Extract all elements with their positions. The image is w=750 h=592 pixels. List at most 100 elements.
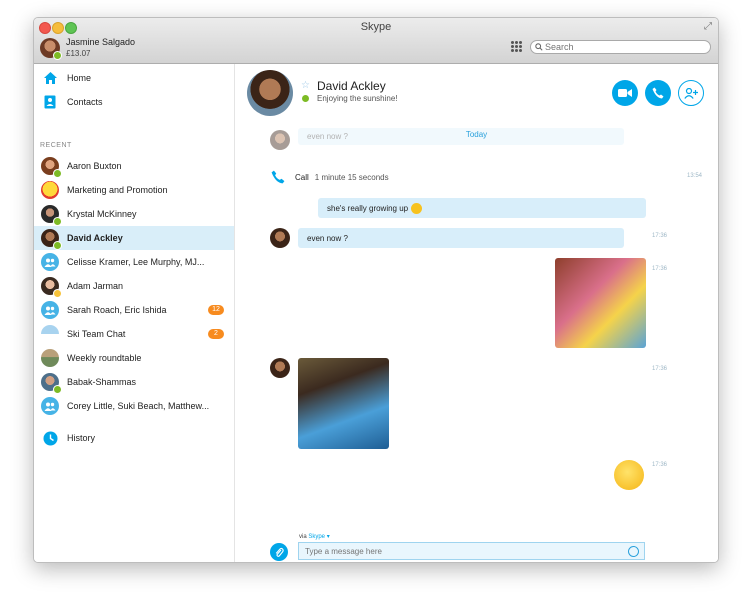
presence-online-icon <box>53 51 62 60</box>
contact-name: Ski Team Chat <box>67 329 126 339</box>
contact-david-ackley[interactable]: David Ackley <box>34 226 234 250</box>
audio-call-button[interactable] <box>645 80 671 106</box>
sidebar: Home Contacts RECENT Aaron Buxton Market… <box>34 64 235 562</box>
message-composer: via Skype ▾ <box>235 521 718 561</box>
nav-home-label: Home <box>67 73 92 83</box>
message-bubble[interactable]: even now ? <box>298 228 624 248</box>
presence-away-icon <box>53 289 62 298</box>
contact-krystal-mckinney[interactable]: Krystal McKinney <box>34 202 234 226</box>
phone-icon <box>652 87 664 99</box>
avatar <box>41 325 59 343</box>
thinking-emoticon-icon <box>614 460 644 490</box>
nav-contacts-label: Contacts <box>67 97 103 107</box>
contact-name: David Ackley <box>67 233 123 243</box>
mood-message: Enjoying the sunshine! <box>317 94 398 103</box>
call-duration: 1 minute 15 seconds <box>314 172 389 182</box>
contact-weekly-roundtable[interactable]: Weekly roundtable <box>34 346 234 370</box>
photo-time: 17:36 <box>652 366 668 372</box>
contact-name: Babak-Shammas <box>67 377 137 387</box>
contact-name: Aaron Buxton <box>67 161 122 171</box>
contact-celisse-kramer-group[interactable]: Celisse Kramer, Lee Murphy, MJ... <box>34 250 234 274</box>
call-label: Call <box>295 172 309 182</box>
group-avatar-icon <box>41 397 59 415</box>
call-time: 13:54 <box>687 173 703 179</box>
chevron-down-icon[interactable]: ▾ <box>327 534 330 540</box>
unread-badge: 2 <box>208 329 224 339</box>
photo-time: 17:36 <box>652 266 668 272</box>
contact-marketing-and-promotion[interactable]: Marketing and Promotion <box>34 178 234 202</box>
unread-badge: 12 <box>208 305 224 315</box>
shared-photo-boy-trophy[interactable] <box>298 358 389 449</box>
contact-name: Marketing and Promotion <box>67 185 168 195</box>
paperclip-icon <box>275 547 284 557</box>
contact-name: Corey Little, Suki Beach, Matthew... <box>67 401 209 411</box>
contact-name: Krystal McKinney <box>67 209 137 219</box>
presence-online-icon <box>302 95 309 102</box>
window-title: Skype <box>360 21 392 33</box>
presence-online-icon <box>53 385 62 394</box>
call-record: Call 1 minute 15 seconds <box>271 170 389 184</box>
video-camera-icon <box>618 89 632 97</box>
emoticon-time: 17:36 <box>652 462 668 468</box>
search-icon <box>535 43 543 51</box>
user-avatar[interactable] <box>40 38 62 60</box>
contact-sarah-roach-group[interactable]: Sarah Roach, Eric Ishida 12 <box>34 298 234 322</box>
emoticon-picker-button[interactable] <box>628 546 639 557</box>
group-avatar-icon <box>41 301 59 319</box>
message-history[interactable]: even now ? Today Call 1 minute 15 second… <box>235 126 718 521</box>
search-input[interactable] <box>545 42 695 52</box>
presence-online-icon <box>53 169 62 178</box>
nav-home[interactable]: Home <box>34 67 234 89</box>
contact-aaron-buxton[interactable]: Aaron Buxton <box>34 154 234 178</box>
home-icon <box>42 70 58 86</box>
attach-button[interactable] <box>270 543 288 561</box>
date-separator: Today <box>465 130 488 139</box>
phone-icon <box>271 170 285 184</box>
favorite-star-icon[interactable]: ☆ <box>301 80 310 91</box>
contact-corey-little-group[interactable]: Corey Little, Suki Beach, Matthew... <box>34 394 234 418</box>
via-service-selector[interactable]: via Skype ▾ <box>299 533 330 540</box>
user-name[interactable]: Jasmine Salgado <box>66 37 135 47</box>
contact-name: Sarah Roach, Eric Ishida <box>67 305 167 315</box>
via-service[interactable]: Skype <box>308 534 325 540</box>
message-text: even now ? <box>307 233 348 243</box>
add-person-icon <box>684 87 698 99</box>
history-clock-icon <box>42 430 58 446</box>
recent-section-label: RECENT <box>40 142 72 149</box>
contact-name: Adam Jarman <box>67 281 124 291</box>
contact-ski-team-chat[interactable]: Ski Team Chat 2 <box>34 322 234 346</box>
shared-photo-girl-balloons[interactable] <box>555 258 646 348</box>
group-avatar-icon <box>41 253 59 271</box>
nav-contacts[interactable]: Contacts <box>34 91 234 113</box>
contact-name: Celisse Kramer, Lee Murphy, MJ... <box>67 257 205 267</box>
sender-avatar <box>270 358 290 378</box>
smile-emoticon-icon <box>411 202 423 214</box>
smiley-avatar-icon <box>41 181 59 199</box>
title-bar: Skype ⤢ Jasmine Salgado £13.07 <box>34 18 718 64</box>
conversation-title[interactable]: David Ackley <box>317 79 386 93</box>
dialpad-icon[interactable] <box>511 41 522 52</box>
sender-avatar <box>270 228 290 248</box>
search-box[interactable] <box>530 40 711 54</box>
presence-online-icon <box>53 217 62 226</box>
message-input[interactable] <box>298 542 645 560</box>
avatar <box>41 349 59 367</box>
nav-history[interactable]: History <box>34 427 234 449</box>
add-participant-button[interactable] <box>678 80 704 106</box>
contact-name: Weekly roundtable <box>67 353 142 363</box>
message-text: she's really growing up <box>327 203 409 213</box>
conversation-pane: ☆ David Ackley Enjoying the sunshine! ev… <box>235 64 718 562</box>
fullscreen-icon[interactable]: ⤢ <box>704 21 712 32</box>
nav-history-label: History <box>67 433 96 443</box>
video-call-button[interactable] <box>612 80 638 106</box>
conversation-avatar[interactable] <box>247 70 293 116</box>
presence-online-icon <box>53 241 62 250</box>
skype-window: Skype ⤢ Jasmine Salgado £13.07 Home Cont… <box>33 17 719 563</box>
contact-adam-jarman[interactable]: Adam Jarman <box>34 274 234 298</box>
user-credit: £13.07 <box>66 49 91 58</box>
via-prefix: via <box>299 534 307 540</box>
contact-babak-shammas[interactable]: Babak-Shammas <box>34 370 234 394</box>
contacts-icon <box>42 94 58 110</box>
message-bubble[interactable]: she's really growing up <box>318 198 646 218</box>
message-time: 17:36 <box>652 233 668 239</box>
